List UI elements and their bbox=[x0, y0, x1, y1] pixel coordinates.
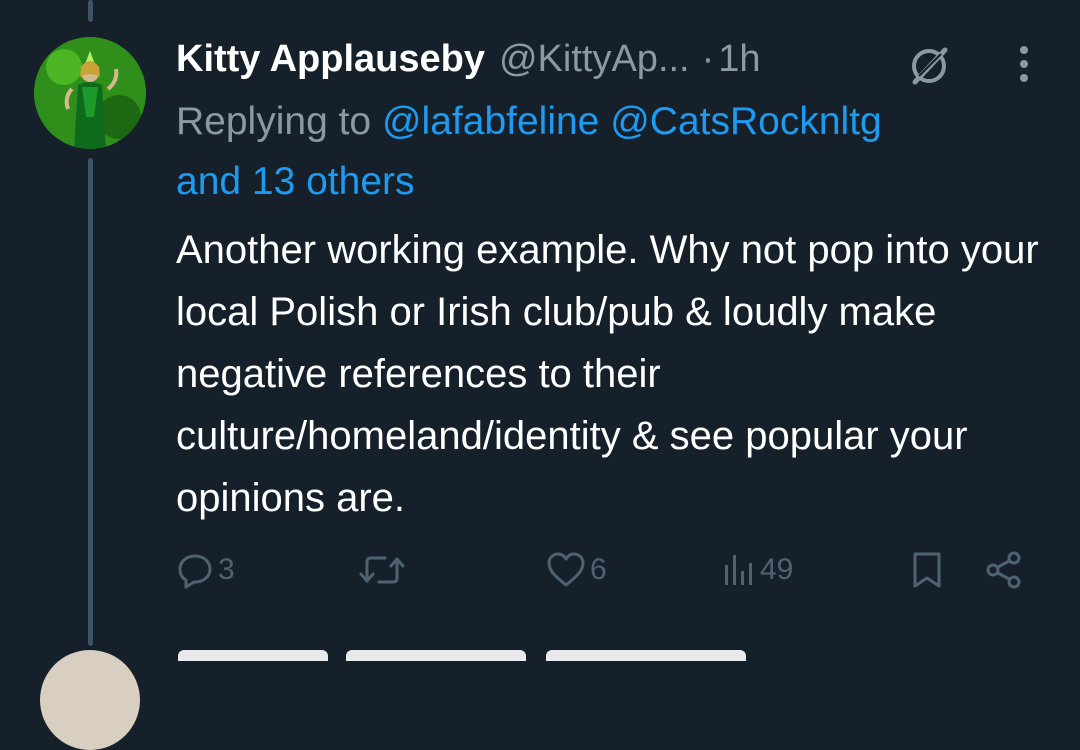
mention-link[interactable]: @CatsRocknltg bbox=[610, 100, 882, 143]
views-chart-icon bbox=[725, 555, 752, 585]
next-tweet-avatar[interactable] bbox=[40, 650, 140, 750]
avatar-image bbox=[34, 37, 146, 149]
replying-prefix: Replying to bbox=[176, 100, 372, 143]
next-tweet-name-fragment bbox=[346, 650, 526, 661]
next-tweet-name-fragment bbox=[178, 650, 328, 661]
share-button[interactable] bbox=[984, 545, 1024, 595]
more-vertical-icon[interactable] bbox=[1012, 42, 1036, 90]
share-icon bbox=[986, 551, 1021, 589]
retweet-button[interactable] bbox=[359, 545, 405, 595]
retweet-icon bbox=[359, 556, 405, 584]
reply-count: 3 bbox=[218, 553, 235, 586]
avatar[interactable] bbox=[34, 37, 146, 149]
separator-dot: · bbox=[701, 37, 715, 80]
reply-button[interactable]: 3 bbox=[176, 545, 235, 595]
like-button[interactable]: 6 bbox=[546, 545, 607, 595]
replying-to: Replying to @lafabfeline @CatsRocknltg a… bbox=[176, 92, 1056, 212]
like-count: 6 bbox=[590, 553, 607, 586]
bookmark-button[interactable] bbox=[910, 545, 944, 595]
tweet-text: Another working example. Why not pop int… bbox=[176, 228, 1039, 520]
author-name[interactable]: Kitty Applauseby bbox=[176, 38, 485, 81]
next-tweet-header bbox=[176, 650, 776, 661]
action-bar: 3 6 49 bbox=[176, 545, 1036, 595]
author-handle[interactable]: @KittyAp... bbox=[499, 38, 690, 81]
heart-icon bbox=[547, 552, 585, 587]
views-count: 49 bbox=[760, 553, 794, 586]
thread-line-top bbox=[88, 0, 93, 22]
timestamp[interactable]: 1h bbox=[718, 38, 760, 81]
and-others-link[interactable]: and 13 others bbox=[176, 160, 415, 203]
reply-icon bbox=[178, 554, 212, 589]
bookmark-icon bbox=[913, 552, 941, 588]
views-button[interactable]: 49 bbox=[722, 545, 793, 595]
next-tweet-name-fragment bbox=[546, 650, 746, 661]
grok-icon[interactable] bbox=[905, 42, 953, 90]
mention-link[interactable]: @lafabfeline bbox=[382, 100, 599, 143]
thread-line bbox=[88, 158, 93, 646]
